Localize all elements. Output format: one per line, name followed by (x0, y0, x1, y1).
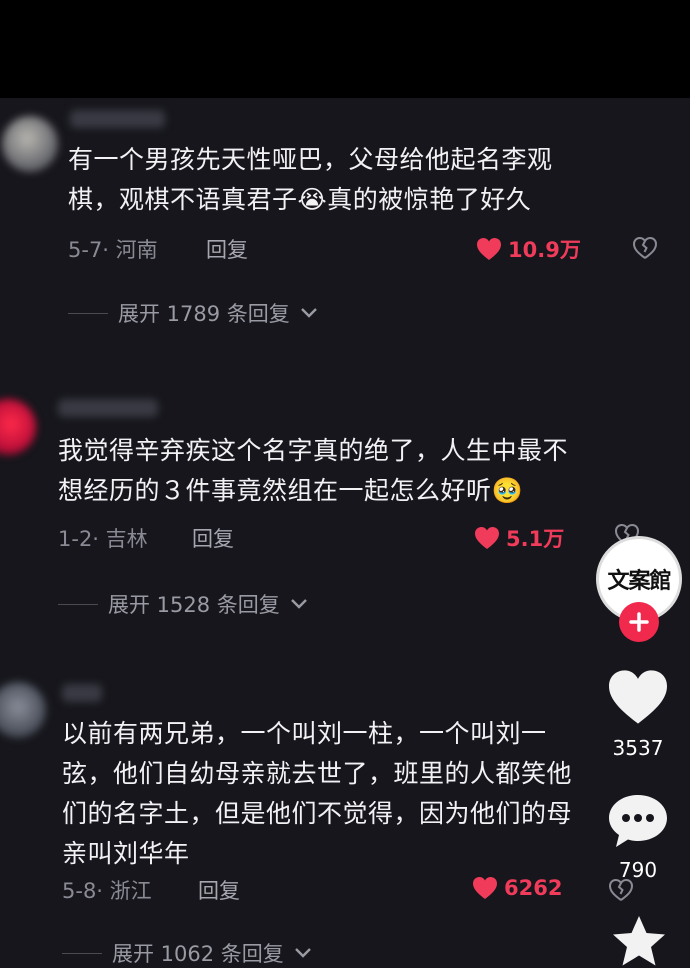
comment-item: 有一个男孩先天性哑巴，父母给他起名李观 棋，观棋不语真君子😭真的被惊艳了好久 5… (0, 98, 690, 348)
comment-text-line: 我觉得辛弃疾这个名字真的绝了，人生中最不 (58, 436, 569, 465)
comment-date-location: 5-8· 浙江 (62, 879, 152, 903)
commenter-username[interactable] (70, 110, 165, 128)
account-logo-text: 文案館 (607, 568, 671, 594)
like-button[interactable]: 5.1万 (474, 523, 564, 553)
comment-text-line: 想经历的３件事竟然组在一起怎么好听🥹 (58, 476, 524, 505)
divider-line (68, 312, 108, 314)
heart-icon (477, 238, 501, 260)
comment-text: 我觉得辛弃疾这个名字真的绝了，人生中最不 想经历的３件事竟然组在一起怎么好听🥹 (58, 431, 658, 511)
comment-text-line: 有一个男孩先天性哑巴，父母给他起名李观 (68, 145, 553, 174)
reply-button[interactable]: 回复 (198, 875, 240, 905)
divider-line (62, 952, 102, 954)
dislike-icon[interactable] (632, 236, 658, 260)
like-video-heart-icon[interactable] (606, 668, 670, 726)
like-count: 5.1万 (506, 527, 565, 551)
comment-text: 以前有两兄弟，一个叫刘一柱，一个叫刘一 弦，他们自幼母亲就去世了，班里的人都笑他… (62, 714, 622, 874)
video-like-count: 3537 (612, 736, 664, 760)
comment-text: 有一个男孩先天性哑巴，父母给他起名李观 棋，观棋不语真君子😭真的被惊艳了好久 (68, 140, 648, 220)
heart-icon (475, 527, 499, 549)
expand-replies-button[interactable]: 展开 1789 条回复 (68, 298, 318, 328)
comment-date-location: 1-2· 吉林 (58, 527, 148, 551)
comment-date-location: 5-7· 河南 (68, 238, 158, 262)
comment-text-line: 们的名字土，但是他们不觉得，因为他们的母 (62, 799, 573, 828)
like-button[interactable]: 10.9万 (476, 234, 581, 264)
commenter-avatar[interactable] (2, 116, 58, 172)
chevron-down-icon (300, 308, 317, 318)
comment-item: 以前有两兄弟，一个叫刘一柱，一个叫刘一 弦，他们自幼母亲就去世了，班里的人都笑他… (0, 672, 690, 968)
commenter-avatar[interactable] (0, 682, 46, 738)
follow-button[interactable] (619, 602, 659, 642)
comment-item: 我觉得辛弃疾这个名字真的绝了，人生中最不 想经历的３件事竟然组在一起怎么好听🥹 … (0, 385, 690, 645)
reply-button[interactable]: 回复 (192, 523, 234, 553)
video-comment-count: 790 (618, 858, 658, 882)
expand-replies-label: 展开 1062 条回复 (112, 942, 284, 966)
commenter-username[interactable] (58, 399, 158, 417)
heart-icon (473, 877, 497, 899)
plus-icon (629, 612, 649, 632)
reply-button[interactable]: 回复 (206, 234, 248, 264)
expand-replies-label: 展开 1528 条回复 (108, 593, 280, 617)
comment-text-line: 以前有两兄弟，一个叫刘一柱，一个叫刘一 (62, 719, 547, 748)
comment-text-line: 棋，观棋不语真君子😭真的被惊艳了好久 (68, 185, 532, 214)
favorite-star-icon[interactable] (610, 914, 668, 968)
expand-replies-button[interactable]: 展开 1062 条回复 (62, 938, 312, 968)
commenter-avatar[interactable] (0, 399, 36, 455)
top-black-bar (0, 0, 690, 98)
like-count: 6262 (504, 876, 563, 900)
chevron-down-icon (294, 948, 311, 958)
comment-text-line: 弦，他们自幼母亲就去世了，班里的人都笑他 (62, 759, 573, 788)
comment-bubble-icon[interactable] (606, 792, 670, 850)
comment-text-line: 亲叫刘华年 (62, 839, 190, 868)
expand-replies-button[interactable]: 展开 1528 条回复 (58, 589, 308, 619)
chevron-down-icon (290, 599, 307, 609)
like-button[interactable]: 6262 (472, 876, 562, 900)
expand-replies-label: 展开 1789 条回复 (118, 302, 290, 326)
divider-line (58, 603, 98, 605)
commenter-username[interactable] (62, 684, 102, 702)
like-count: 10.9万 (508, 238, 581, 262)
